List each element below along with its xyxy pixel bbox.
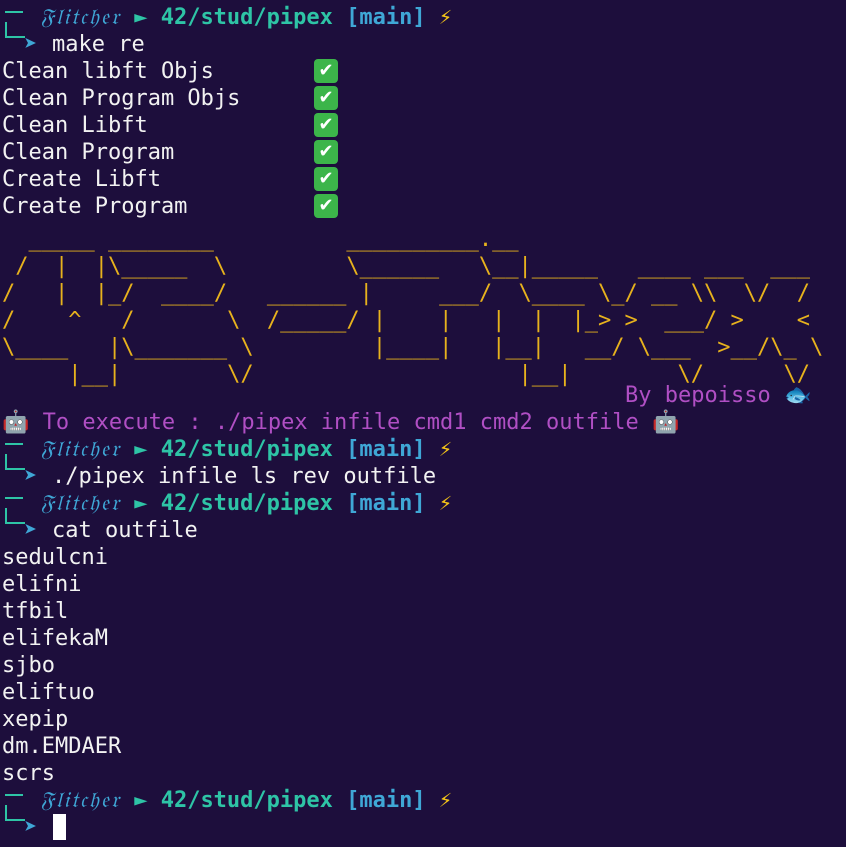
command-text: ./pipex infile ls rev outfile <box>52 464 437 489</box>
output-line: scrs <box>2 761 55 786</box>
make-output-row: Clean libft Objs <box>2 58 214 85</box>
text-cursor[interactable] <box>53 814 66 840</box>
check-icon: ✔ <box>314 167 338 191</box>
prompt-corner <box>5 497 23 499</box>
prompt-path: 42/stud/pipex <box>160 788 333 813</box>
prompt-line: 𝔉𝔩𝔦𝔱𝔠𝔥𝔢𝔯 ► 42/stud/pipex [main] ⚡ <box>40 4 452 31</box>
prompt-user: 𝔉𝔩𝔦𝔱𝔠𝔥𝔢𝔯 <box>40 5 121 30</box>
prompt-arrow-icon: ► <box>134 437 148 462</box>
make-output-row: Clean Program Objs <box>2 85 240 112</box>
output-line: elifni <box>2 572 82 597</box>
output-line: eliftuo <box>2 680 95 705</box>
prompt-user: 𝔉𝔩𝔦𝔱𝔠𝔥𝔢𝔯 <box>40 437 121 462</box>
byline-label: By bepoisso <box>625 383 771 408</box>
make-step-label: Clean Program <box>2 140 175 165</box>
prompt-line: 𝔉𝔩𝔦𝔱𝔠𝔥𝔢𝔯 ► 42/stud/pipex [main] ⚡ <box>40 436 452 463</box>
prompt-user: 𝔉𝔩𝔦𝔱𝔠𝔥𝔢𝔯 <box>40 491 121 516</box>
chevron-icon: ➤ <box>24 32 38 57</box>
prompt-corner <box>5 443 23 445</box>
prompt-path: 42/stud/pipex <box>160 491 333 516</box>
command-text: cat outfile <box>52 518 198 543</box>
prompt-arrow-icon: ► <box>134 491 148 516</box>
prompt-corner <box>5 11 23 13</box>
robot-icon: 🤖 <box>651 410 680 435</box>
branch-close: ] <box>412 5 426 30</box>
check-icon: ✔ <box>314 113 338 137</box>
branch-close: ] <box>412 788 426 813</box>
check-icon: ✔ <box>314 194 338 218</box>
branch-open: [ <box>346 491 360 516</box>
prompt-branch: main <box>359 5 413 30</box>
exec-hint: 🤖 To execute : ./pipex infile cmd1 cmd2 … <box>2 409 679 436</box>
check-icon: ✔ <box>314 140 338 164</box>
output-line: sedulcni <box>2 545 108 570</box>
output-line: sjbo <box>2 653 55 678</box>
make-step-label: Clean Program Objs <box>2 86 241 111</box>
prompt-branch: main <box>359 491 413 516</box>
prompt-bracket <box>5 508 25 524</box>
byline-line: By bepoisso 🐟 <box>0 382 846 409</box>
make-step-label: Create Program <box>2 194 188 219</box>
prompt-line: 𝔉𝔩𝔦𝔱𝔠𝔥𝔢𝔯 ► 42/stud/pipex [main] ⚡ <box>40 787 452 814</box>
make-step-label: Clean libft Objs <box>2 59 214 84</box>
make-output-row: Clean Libft <box>2 112 148 139</box>
output-line: dm.EMDAER <box>2 734 122 759</box>
bolt-icon: ⚡ <box>438 437 453 462</box>
byline-text: By bepoisso 🐟 <box>625 382 811 409</box>
robot-icon: 🤖 <box>2 410 30 435</box>
prompt-bracket <box>5 22 25 38</box>
prompt-path: 42/stud/pipex <box>160 5 333 30</box>
branch-close: ] <box>412 437 426 462</box>
prompt-arrow-icon: ► <box>134 5 148 30</box>
branch-open: [ <box>346 5 360 30</box>
make-output-row: Create Program <box>2 193 187 220</box>
prompt-bracket <box>5 805 25 821</box>
check-icon: ✔ <box>314 59 338 83</box>
chevron-icon: ➤ <box>24 464 38 489</box>
prompt-bracket <box>5 454 25 470</box>
bolt-icon: ⚡ <box>438 491 453 516</box>
output-line: elifekaM <box>2 626 108 651</box>
check-icon: ✔ <box>314 86 338 110</box>
prompt-branch: main <box>359 437 413 462</box>
prompt-path: 42/stud/pipex <box>160 437 333 462</box>
prompt-corner <box>5 794 23 796</box>
output-line: tfbil <box>2 599 69 624</box>
make-output-row: Create Libft <box>2 166 161 193</box>
ascii-banner: _____ ________ __________.__ / | |\_____… <box>2 227 824 387</box>
chevron-icon: ➤ <box>24 518 38 543</box>
command-text: make re <box>52 32 145 57</box>
prompt-line: 𝔉𝔩𝔦𝔱𝔠𝔥𝔢𝔯 ► 42/stud/pipex [main] ⚡ <box>40 490 452 517</box>
prompt-arrow-icon: ► <box>134 788 148 813</box>
exec-text: To execute : ./pipex infile cmd1 cmd2 ou… <box>42 410 639 435</box>
bolt-icon: ⚡ <box>438 788 453 813</box>
branch-open: [ <box>346 788 360 813</box>
prompt-branch: main <box>359 788 413 813</box>
chevron-icon: ➤ <box>24 815 38 840</box>
branch-close: ] <box>412 491 426 516</box>
bolt-icon: ⚡ <box>438 5 453 30</box>
make-step-label: Create Libft <box>2 167 161 192</box>
output-line: xepip <box>2 707 69 732</box>
make-output-row: Clean Program <box>2 139 174 166</box>
fish-icon: 🐟 <box>783 383 812 408</box>
terminal-window[interactable]: 𝔉𝔩𝔦𝔱𝔠𝔥𝔢𝔯 ► 42/stud/pipex [main] ⚡ ➤ make … <box>0 0 846 847</box>
prompt-user: 𝔉𝔩𝔦𝔱𝔠𝔥𝔢𝔯 <box>40 788 121 813</box>
branch-open: [ <box>346 437 360 462</box>
make-step-label: Clean Libft <box>2 113 148 138</box>
